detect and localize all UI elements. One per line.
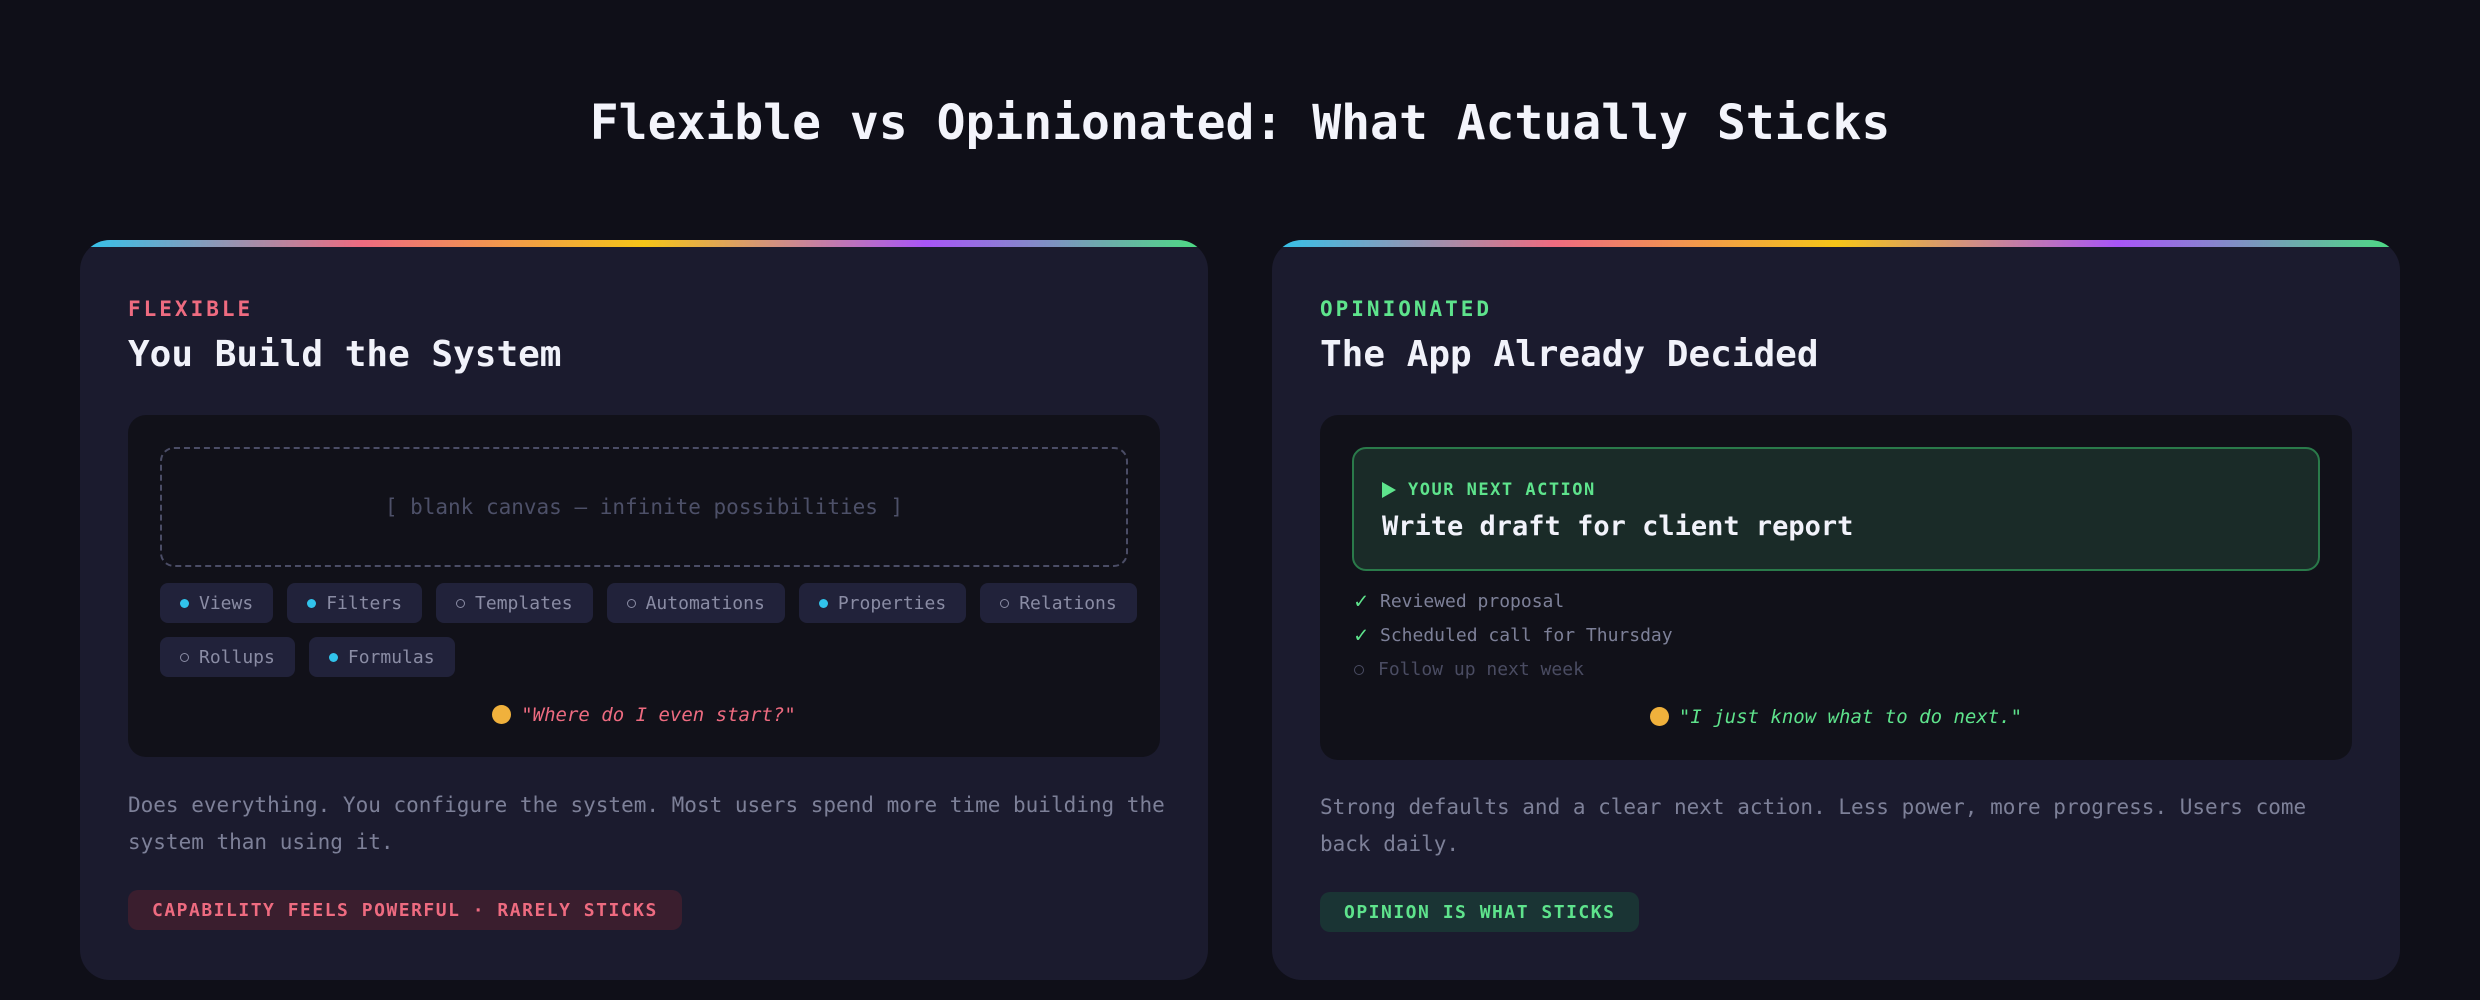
page-title: Flexible vs Opinionated: What Actually S… xyxy=(589,95,1891,151)
play-icon xyxy=(1382,482,1396,498)
feature-chip[interactable]: Properties xyxy=(798,583,967,623)
checklist-item[interactable]: Follow up next week xyxy=(1352,653,1673,687)
feature-chip[interactable]: Formulas xyxy=(308,637,455,677)
flexible-eyebrow: FLEXIBLE xyxy=(128,297,254,321)
flexible-description: Does everything. You configure the syste… xyxy=(128,793,1165,854)
feature-chip[interactable]: Rollups xyxy=(160,637,295,677)
flexible-quote: "Where do I even start?" xyxy=(128,703,1160,727)
relieved-face-icon xyxy=(1649,707,1669,726)
flexible-demo-panel: [ blank canvas — infinite possibilities … xyxy=(128,415,1160,757)
feature-chip-label: Automations xyxy=(645,592,765,614)
empty-dot-icon xyxy=(456,598,466,608)
feature-chip-label: Views xyxy=(199,592,254,614)
next-action-box[interactable]: YOUR NEXT ACTION Write draft for client … xyxy=(1352,447,2320,571)
checkmark-icon: ✓ xyxy=(1354,589,1368,614)
next-action-text: Write draft for client report xyxy=(1382,511,1854,542)
feature-chip[interactable]: Relations xyxy=(980,583,1137,623)
opinionated-eyebrow: OPINIONATED xyxy=(1320,297,1493,321)
filled-dot-icon xyxy=(328,652,338,662)
feature-chip-list: Views Filters Templates Automations Properti… xyxy=(160,583,1140,677)
feature-chip[interactable]: Automations xyxy=(606,583,785,623)
feature-chip-label: Properties xyxy=(837,592,947,614)
checklist-item-label: Reviewed proposal xyxy=(1380,591,1565,612)
opinionated-quote: "I just know what to do next." xyxy=(1320,705,2352,729)
task-checklist: ✓ Reviewed proposal ✓ Scheduled call for Th… xyxy=(1352,585,1673,687)
feature-chip-label: Filters xyxy=(326,592,403,614)
opinionated-title: The App Already Decided xyxy=(1320,334,1819,375)
checklist-item-label: Follow up next week xyxy=(1378,659,1584,680)
feature-chip[interactable]: Templates xyxy=(436,583,593,623)
flexible-title: You Build the System xyxy=(128,334,562,375)
flexible-card: FLEXIBLE You Build the System [ blank ca… xyxy=(80,240,1208,980)
feature-chip-label: Rollups xyxy=(199,646,275,668)
flexible-verdict-badge: CAPABILITY FEELS POWERFUL · RARELY STICK… xyxy=(128,890,682,930)
next-action-label-text: YOUR NEXT ACTION xyxy=(1408,480,1596,500)
checklist-item[interactable]: ✓ Reviewed proposal xyxy=(1352,585,1673,619)
dizzy-face-icon xyxy=(492,705,512,724)
checkmark-icon: ✓ xyxy=(1354,623,1368,648)
opinionated-quote-text: "I just know what to do next." xyxy=(1678,706,2023,728)
opinionated-card: OPINIONATED The App Already Decided YOUR… xyxy=(1272,240,2400,980)
feature-chip-label: Templates xyxy=(475,592,573,614)
feature-chip-label: Formulas xyxy=(347,646,435,668)
blank-canvas[interactable]: [ blank canvas — infinite possibilities … xyxy=(160,447,1128,567)
gradient-accent-bar xyxy=(80,240,1208,247)
opinionated-verdict-badge: OPINION IS WHAT STICKS xyxy=(1320,892,1640,932)
empty-dot-icon xyxy=(180,652,189,662)
filled-dot-icon xyxy=(180,598,189,608)
opinionated-description: Strong defaults and a clear next action.… xyxy=(1320,795,2307,856)
opinionated-demo-panel: YOUR NEXT ACTION Write draft for client … xyxy=(1320,415,2352,760)
next-action-label: YOUR NEXT ACTION xyxy=(1382,479,1596,501)
feature-chip[interactable]: Views xyxy=(160,583,274,623)
flexible-quote-text: "Where do I even start?" xyxy=(521,704,796,726)
gradient-accent-bar xyxy=(1272,240,2400,247)
empty-dot-icon xyxy=(626,598,636,608)
empty-circle-icon xyxy=(1354,665,1364,675)
feature-chip[interactable]: Filters xyxy=(287,583,423,623)
checklist-item-label: Scheduled call for Thursday xyxy=(1380,625,1673,646)
checklist-item[interactable]: ✓ Scheduled call for Thursday xyxy=(1352,619,1673,653)
filled-dot-icon xyxy=(818,598,828,608)
feature-chip-label: Relations xyxy=(1019,592,1117,614)
empty-dot-icon xyxy=(1000,598,1010,608)
filled-dot-icon xyxy=(307,598,317,608)
